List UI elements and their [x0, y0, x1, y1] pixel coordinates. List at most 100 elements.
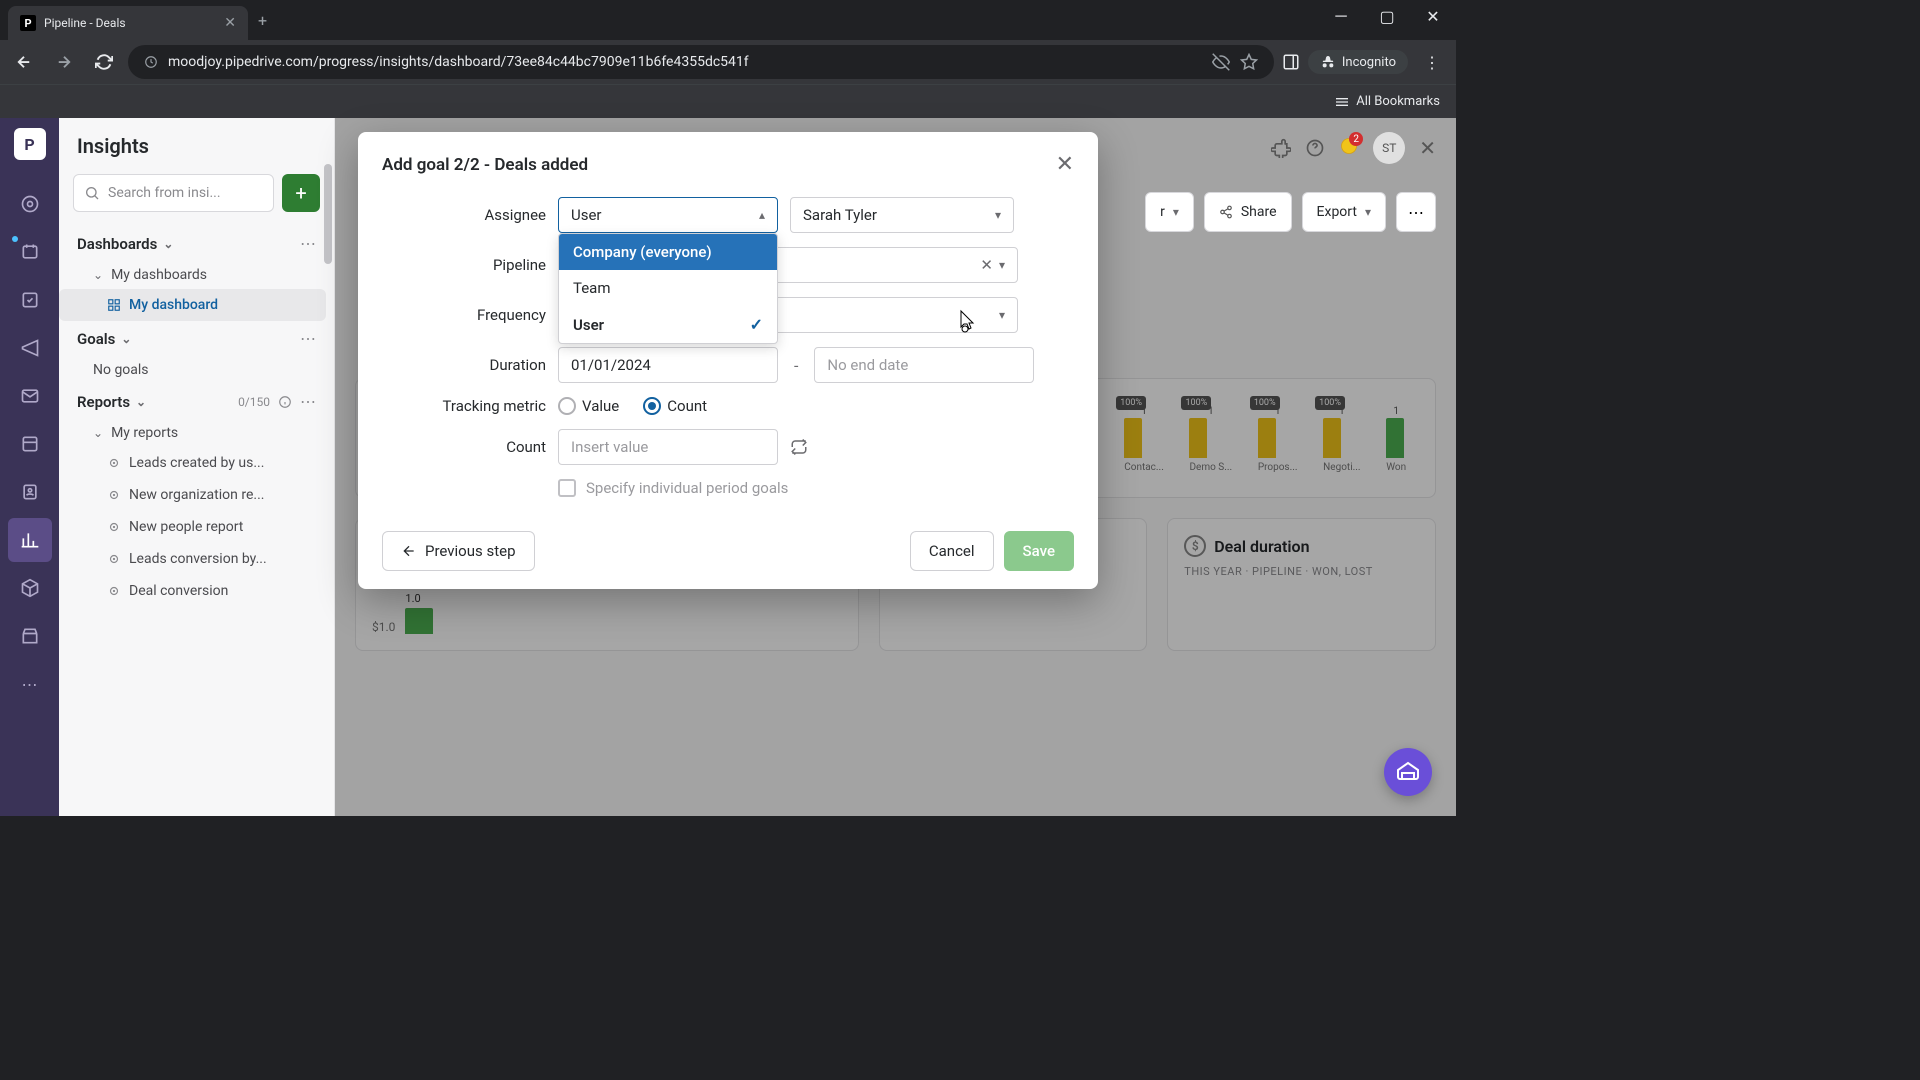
more-actions-button[interactable]: ⋯ — [1396, 192, 1436, 232]
section-more-icon[interactable]: ⋯ — [300, 234, 316, 253]
add-button[interactable]: + — [282, 174, 320, 212]
search-input[interactable]: Search from insi... — [73, 174, 274, 212]
assignee-type-select[interactable]: User ▴ — [558, 197, 778, 233]
url-text: moodjoy.pipedrive.com/progress/insights/… — [168, 54, 1202, 70]
caret-down-icon: ▾ — [999, 308, 1005, 322]
radio-icon — [558, 397, 576, 415]
bookmark-star-icon[interactable] — [1240, 53, 1258, 71]
pipeline-label: Pipeline — [388, 256, 546, 274]
filter-dropdown[interactable]: r ▾ — [1145, 192, 1194, 232]
report-item[interactable]: Deal conversion — [59, 575, 326, 607]
tracking-count-radio[interactable]: Count — [643, 397, 707, 415]
chevron-down-icon: ⌄ — [93, 426, 103, 440]
section-more-icon[interactable]: ⋯ — [300, 329, 316, 348]
specify-periods-checkbox[interactable] — [558, 479, 576, 497]
goals-section[interactable]: Goals ⌄ ⋯ — [59, 321, 334, 356]
dropdown-option-team[interactable]: Team — [559, 270, 777, 306]
tab-favicon: P — [20, 15, 36, 31]
recurrence-icon[interactable] — [790, 438, 808, 456]
chevron-down-icon: ⌄ — [93, 268, 103, 282]
report-item[interactable]: Leads created by us... — [59, 447, 326, 479]
minimize-button[interactable]: ─ — [1318, 0, 1364, 32]
extensions-icon[interactable] — [1271, 138, 1291, 158]
cancel-button[interactable]: Cancel — [910, 531, 994, 571]
rail-activities-icon[interactable] — [8, 182, 52, 226]
share-button[interactable]: Share — [1204, 192, 1292, 232]
side-panel-icon[interactable] — [1282, 53, 1300, 71]
forward-button[interactable] — [48, 46, 80, 78]
new-tab-button[interactable]: + — [258, 11, 267, 30]
no-goals-text: No goals — [59, 356, 334, 384]
modal-close-button[interactable]: ✕ — [1056, 152, 1074, 177]
back-button[interactable] — [8, 46, 40, 78]
browser-menu-button[interactable]: ⋮ — [1416, 46, 1448, 78]
user-avatar[interactable]: ST — [1373, 132, 1405, 164]
sidebar-title: Insights — [59, 134, 334, 174]
duration-end-input[interactable] — [814, 347, 1034, 383]
tracking-value-radio[interactable]: Value — [558, 397, 619, 415]
modal-title: Add goal 2/2 - Deals added — [382, 155, 588, 175]
caret-up-icon: ▴ — [759, 208, 765, 222]
specify-periods-label: Specify individual period goals — [586, 479, 788, 497]
rail-contacts-icon[interactable] — [8, 470, 52, 514]
duration-start-input[interactable] — [558, 347, 778, 383]
dropdown-option-company[interactable]: Company (everyone) — [559, 234, 777, 270]
dash-separator: - — [794, 356, 798, 375]
assignee-user-select[interactable]: Sarah Tyler ▾ — [790, 197, 1014, 233]
rail-check-icon[interactable] — [8, 278, 52, 322]
add-goal-modal: Add goal 2/2 - Deals added ✕ Assignee Us… — [358, 132, 1098, 589]
rail-campaigns-icon[interactable] — [8, 326, 52, 370]
rail-deals-icon[interactable] — [8, 230, 52, 274]
help-icon[interactable] — [1305, 138, 1325, 158]
browser-tab[interactable]: P Pipeline - Deals ✕ — [8, 6, 248, 40]
reports-section[interactable]: Reports ⌄ 0/150 ⋯ — [59, 384, 334, 419]
close-window-button[interactable]: ✕ — [1410, 0, 1456, 32]
radio-icon — [643, 397, 661, 415]
incognito-badge[interactable]: Incognito — [1308, 50, 1408, 74]
info-icon[interactable] — [278, 395, 292, 409]
count-input[interactable] — [558, 429, 778, 465]
insights-sidebar: Insights Search from insi... + Dashboard… — [59, 118, 335, 816]
rail-marketplace-icon[interactable] — [8, 614, 52, 658]
report-item[interactable]: Leads conversion by... — [59, 543, 326, 575]
rail-more-icon[interactable]: ⋯ — [8, 662, 52, 706]
assignee-dropdown: Company (everyone) Team User ✓ — [558, 233, 778, 344]
help-fab[interactable] — [1384, 748, 1432, 796]
rail-insights-icon[interactable] — [8, 518, 52, 562]
address-bar[interactable]: moodjoy.pipedrive.com/progress/insights/… — [128, 45, 1274, 79]
my-dashboard-item[interactable]: My dashboard — [59, 289, 326, 321]
tab-title: Pipeline - Deals — [44, 16, 216, 30]
section-more-icon[interactable]: ⋯ — [300, 392, 316, 411]
app-logo[interactable]: P — [14, 128, 46, 160]
scrollbar-thumb[interactable] — [324, 164, 332, 264]
rail-mail-icon[interactable] — [8, 374, 52, 418]
left-nav-rail: P ⋯ — [0, 118, 59, 816]
report-item[interactable]: New people report — [59, 511, 326, 543]
close-panel-icon[interactable]: ✕ — [1419, 136, 1436, 160]
frequency-label: Frequency — [388, 306, 546, 324]
dropdown-option-user[interactable]: User ✓ — [559, 306, 777, 343]
save-button[interactable]: Save — [1004, 531, 1074, 571]
my-reports-folder[interactable]: ⌄ My reports — [59, 419, 334, 447]
count-label: Count — [388, 438, 546, 456]
report-item[interactable]: New organization re... — [59, 479, 326, 511]
tracking-label: Tracking metric — [388, 397, 546, 415]
all-bookmarks-link[interactable]: All Bookmarks — [1334, 94, 1440, 110]
caret-down-icon: ▾ — [999, 258, 1005, 272]
maximize-button[interactable]: ▢ — [1364, 0, 1410, 32]
check-icon: ✓ — [750, 315, 763, 334]
assignee-label: Assignee — [388, 206, 546, 224]
rail-products-icon[interactable] — [8, 566, 52, 610]
clear-icon[interactable]: ✕ — [980, 256, 993, 274]
rail-projects-icon[interactable] — [8, 422, 52, 466]
tab-close-icon[interactable]: ✕ — [224, 15, 236, 31]
reload-button[interactable] — [88, 46, 120, 78]
chevron-down-icon: ⌄ — [121, 332, 131, 346]
export-button[interactable]: Export ▾ — [1302, 192, 1386, 232]
previous-step-button[interactable]: Previous step — [382, 531, 535, 571]
dashboards-section[interactable]: Dashboards ⌄ ⋯ — [59, 226, 334, 261]
notifications-icon[interactable]: 2 — [1339, 136, 1359, 160]
my-dashboards-folder[interactable]: ⌄ My dashboards — [59, 261, 334, 289]
visibility-icon[interactable] — [1212, 53, 1230, 71]
chevron-down-icon: ⌄ — [163, 237, 173, 251]
